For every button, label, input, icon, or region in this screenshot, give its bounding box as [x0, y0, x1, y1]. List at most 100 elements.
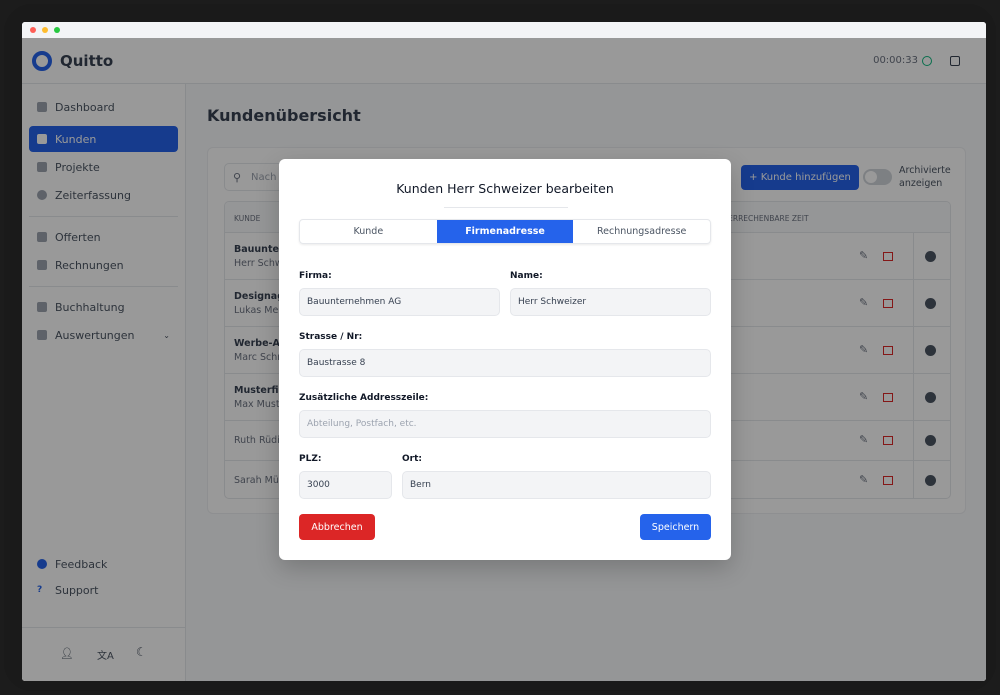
timer-value: 00:00:33: [873, 55, 918, 66]
tab-kunde[interactable]: Kunde: [300, 220, 437, 243]
sidebar-item-label: Feedback: [55, 557, 108, 571]
add-customer-button[interactable]: + Kunde hinzufügen: [741, 165, 859, 190]
name-label: Name:: [510, 271, 543, 281]
book-icon: [37, 302, 47, 312]
strasse-input[interactable]: Baustrasse 8: [299, 349, 711, 377]
modal-title: Kunden Herr Schweizer bearbeiten: [396, 181, 614, 196]
divider: [29, 216, 178, 217]
sidebar-item-offerten[interactable]: Offerten: [29, 224, 178, 250]
plz-input[interactable]: 3000: [299, 471, 392, 499]
sidebar-item-auswertungen[interactable]: Auswertungen ⌄: [29, 322, 178, 348]
arrow-right-icon[interactable]: [925, 297, 936, 309]
archive-icon[interactable]: [883, 251, 893, 261]
edit-icon[interactable]: ✎: [859, 296, 868, 309]
divider: [913, 233, 914, 279]
feedback-icon: [37, 559, 47, 569]
modal-tabs: Kunde Firmenadresse Rechnungsadresse: [299, 219, 711, 244]
dark-mode-icon[interactable]: ☾: [136, 645, 147, 659]
column-header-zeit[interactable]: VERRECHENBARE ZEIT: [723, 214, 809, 223]
sidebar-item-label: Dashboard: [55, 100, 115, 114]
edit-icon[interactable]: ✎: [859, 433, 868, 446]
sidebar-item-label: Buchhaltung: [55, 300, 125, 314]
sidebar-item-feedback[interactable]: Feedback: [29, 551, 178, 577]
edit-icon[interactable]: ✎: [859, 390, 868, 403]
sidebar-item-support[interactable]: ? Support: [29, 577, 178, 603]
ort-label: Ort:: [402, 454, 422, 464]
divider: [913, 374, 914, 420]
edit-customer-modal: Kunden Herr Schweizer bearbeiten Kunde F…: [279, 159, 731, 560]
translate-icon[interactable]: 文A: [97, 647, 114, 662]
arrow-right-icon[interactable]: [925, 344, 936, 356]
sidebar-item-buchhaltung[interactable]: Buchhaltung: [29, 294, 178, 320]
archive-icon[interactable]: [883, 345, 893, 355]
app-header: Quitto 00:00:33: [22, 38, 986, 84]
archive-icon[interactable]: [883, 298, 893, 308]
edit-icon[interactable]: ✎: [859, 473, 868, 486]
app-name: Quitto: [60, 51, 114, 70]
firma-input[interactable]: Bauunternehmen AG: [299, 288, 500, 316]
divider: [913, 280, 914, 326]
save-button[interactable]: Speichern: [640, 514, 711, 540]
page-title: Kundenübersicht: [207, 106, 361, 125]
cancel-button[interactable]: Abbrechen: [299, 514, 375, 540]
name-input[interactable]: Herr Schweizer: [510, 288, 711, 316]
archive-icon[interactable]: [883, 436, 893, 445]
archive-icon[interactable]: [883, 476, 893, 485]
arrow-right-icon[interactable]: [925, 475, 936, 486]
firma-label: Firma:: [299, 271, 332, 281]
tab-firmenadresse[interactable]: Firmenadresse: [436, 220, 574, 243]
sidebar-item-zeiterfassung[interactable]: Zeiterfassung: [29, 182, 178, 208]
clock-icon: [37, 190, 47, 200]
question-icon: ?: [37, 585, 43, 595]
search-icon: ⚲: [233, 170, 242, 184]
divider: [22, 627, 186, 628]
sidebar-item-label: Support: [55, 583, 99, 597]
close-window-icon[interactable]: [30, 27, 36, 33]
sidebar-item-label: Kunden: [55, 132, 97, 146]
minimize-window-icon[interactable]: [42, 27, 48, 33]
dashboard-icon: [37, 102, 47, 112]
document-icon: [37, 232, 47, 242]
sidebar-item-projekte[interactable]: Projekte: [29, 154, 178, 180]
arrow-right-icon[interactable]: [925, 250, 936, 262]
clipboard-icon: [37, 162, 47, 172]
edit-icon[interactable]: ✎: [859, 249, 868, 262]
sidebar-item-kunden[interactable]: Kunden: [29, 126, 178, 152]
archive-toggle[interactable]: [863, 169, 892, 185]
sidebar-item-rechnungen[interactable]: Rechnungen: [29, 252, 178, 278]
column-header-kunde[interactable]: KUNDE: [234, 214, 260, 223]
divider: [29, 286, 178, 287]
divider: [444, 207, 568, 208]
archive-icon[interactable]: [883, 392, 893, 402]
sidebar-item-label: Projekte: [55, 160, 100, 174]
chart-icon: [37, 330, 47, 340]
edit-icon[interactable]: ✎: [859, 343, 868, 356]
invoice-icon: [37, 260, 47, 270]
arrow-right-icon[interactable]: [925, 391, 936, 403]
chevron-down-icon: ⌄: [163, 330, 170, 340]
sidebar-item-label: Zeiterfassung: [55, 188, 131, 202]
sidebar-item-dashboard[interactable]: Dashboard: [29, 94, 178, 120]
zusatz-input[interactable]: Abteilung, Postfach, etc.: [299, 410, 711, 438]
maximize-window-icon[interactable]: [54, 27, 60, 33]
tab-rechnungsadresse[interactable]: Rechnungsadresse: [573, 220, 710, 243]
timer[interactable]: 00:00:33: [873, 55, 932, 66]
divider: [913, 421, 914, 460]
logout-icon[interactable]: [950, 55, 960, 66]
ort-input[interactable]: Bern: [402, 471, 711, 499]
archive-toggle-label: Archivierte anzeigen: [899, 165, 951, 189]
zusatz-label: Zusätzliche Addresszeile:: [299, 393, 429, 403]
window-titlebar: [22, 22, 986, 38]
device-frame: Quitto 00:00:33 Dashboard Kunden Projekt…: [4, 4, 996, 691]
users-icon: [37, 134, 47, 144]
sidebar-item-label: Rechnungen: [55, 258, 124, 272]
sidebar-item-label: Auswertungen: [55, 328, 135, 342]
sidebar: Dashboard Kunden Projekte Zeiterfassung …: [22, 84, 186, 681]
sidebar-item-label: Offerten: [55, 230, 101, 244]
clock-icon: [922, 55, 932, 66]
user-icon[interactable]: 👤︎: [60, 647, 74, 660]
app-window: Quitto 00:00:33 Dashboard Kunden Projekt…: [22, 22, 986, 681]
divider: [913, 461, 914, 498]
arrow-right-icon[interactable]: [925, 435, 936, 446]
logo-icon: [32, 50, 52, 71]
